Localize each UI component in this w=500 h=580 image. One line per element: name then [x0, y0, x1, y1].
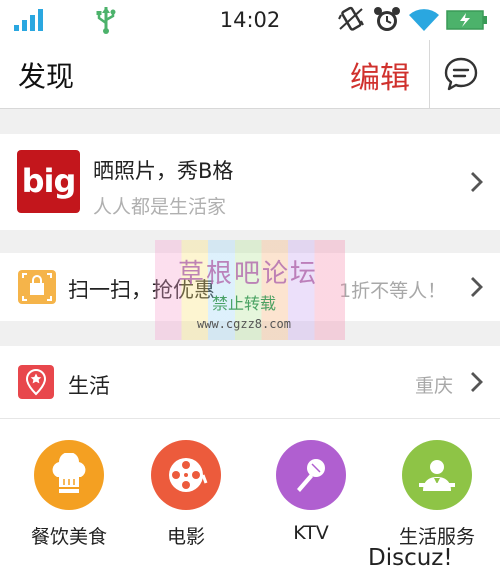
scan-bag-icon [18, 270, 56, 304]
service-person-icon [419, 460, 455, 491]
city-label[interactable]: 重庆 [415, 371, 453, 398]
life-title: 生活 [68, 374, 110, 398]
watermark-subtitle: 禁止转载 [212, 294, 277, 313]
life-row[interactable]: 生活 重庆 [0, 346, 500, 419]
vibrate-icon [338, 6, 364, 31]
category-icon-bg [276, 440, 346, 510]
big-logo: big [17, 150, 80, 213]
category-label: 餐饮美食 [30, 526, 107, 548]
watermark-title: 草根吧论坛 [178, 259, 319, 289]
wifi-icon [409, 9, 439, 31]
category-life-service[interactable]: 生活服务 [377, 440, 497, 549]
chevron-right-icon [471, 172, 483, 192]
feature-subtitle: 人人都是生活家 [93, 196, 227, 218]
category-dining[interactable]: 餐饮美食 [9, 440, 129, 549]
feature-card[interactable]: big 晒照片，秀B格 人人都是生活家 [0, 134, 500, 230]
scan-promo: 1折不等人！ [339, 280, 447, 302]
page-title: 发现 [18, 60, 75, 93]
category-movie[interactable]: 电影 [126, 440, 246, 549]
chat-bubble-icon[interactable] [443, 56, 479, 92]
status-bar: 14:02 [0, 0, 500, 40]
discuz-watermark: Discuz! [368, 545, 453, 571]
film-reel-icon [169, 458, 208, 492]
title-divider [429, 40, 430, 108]
title-bar: 发现 编辑 [0, 40, 500, 109]
category-icon-bg [151, 440, 221, 510]
battery-icon [446, 10, 487, 30]
feature-title: 晒照片，秀B格 [93, 159, 234, 183]
microphone-icon [297, 459, 325, 492]
category-label: 电影 [166, 526, 205, 548]
category-icon-bg [34, 440, 104, 510]
chef-hat-icon [52, 453, 86, 493]
edit-button[interactable]: 编辑 [350, 53, 410, 97]
category-icon-bg [402, 440, 472, 510]
watermark-url: www.cgzz8.com [197, 317, 291, 331]
category-label: KTV [293, 522, 329, 544]
category-ktv[interactable]: KTV [251, 440, 371, 544]
alarm-icon [374, 7, 400, 31]
chevron-right-icon [471, 277, 483, 297]
chevron-right-icon [471, 372, 483, 392]
location-star-icon [18, 365, 54, 399]
